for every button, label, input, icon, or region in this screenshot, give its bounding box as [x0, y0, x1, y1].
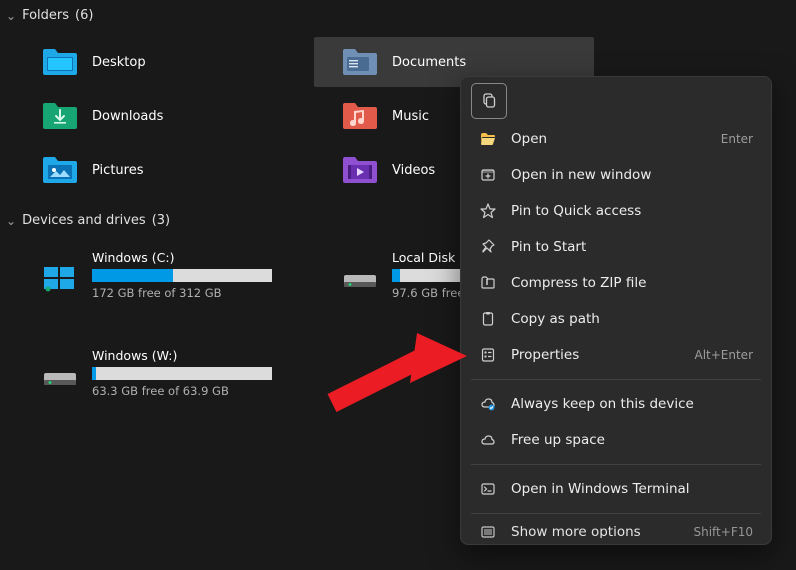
context-menu-item-pin-to-start[interactable]: Pin to Start	[467, 229, 765, 265]
context-menu-item-pin-to-quick-access[interactable]: Pin to Quick access	[467, 193, 765, 229]
hdd-icon	[42, 363, 78, 391]
folders-title: Folders	[22, 8, 69, 23]
folders-section-header[interactable]: ⌄ Folders (6)	[0, 0, 796, 31]
clipboard-icon	[479, 310, 497, 328]
folder-label: Music	[392, 109, 429, 124]
drive-name: Windows (C:)	[92, 250, 272, 265]
drive-storage-bar	[392, 269, 462, 282]
hdd-icon	[342, 265, 378, 293]
copy-icon	[481, 93, 497, 109]
context-menu-label: Show more options	[511, 524, 679, 538]
desktop-folder-icon	[42, 47, 78, 77]
folder-downloads[interactable]: Downloads	[14, 91, 294, 141]
copy-action-button[interactable]	[471, 83, 507, 119]
folder-label: Documents	[392, 55, 466, 70]
context-menu-label: Open in Windows Terminal	[511, 481, 753, 497]
context-menu-item-free-up-space[interactable]: Free up space	[467, 422, 765, 458]
drive-w[interactable]: Windows (W:) 63.3 GB free of 63.9 GB	[14, 344, 274, 402]
star-icon	[479, 202, 497, 220]
context-menu-item-open-in-windows-terminal[interactable]: Open in Windows Terminal	[467, 471, 765, 507]
cloud-icon	[479, 431, 497, 449]
context-menu-label: Compress to ZIP file	[511, 275, 753, 291]
context-menu-label: Open in new window	[511, 167, 753, 183]
terminal-icon	[479, 480, 497, 498]
folders-count: (6)	[75, 8, 93, 23]
context-menu-item-compress-to-zip-file[interactable]: Compress to ZIP file	[467, 265, 765, 301]
c-drive-icon	[42, 265, 78, 293]
drive-storage-bar	[92, 367, 272, 380]
documents-folder-icon	[342, 47, 378, 77]
zip-icon	[479, 274, 497, 292]
folder-label: Pictures	[92, 163, 143, 178]
context-menu-shortcut: Enter	[721, 132, 753, 146]
context-menu-item-properties[interactable]: Properties Alt+Enter	[467, 337, 765, 373]
context-menu-divider	[471, 379, 761, 380]
more-icon	[479, 523, 497, 538]
context-menu-item-open-in-new-window[interactable]: Open in new window	[467, 157, 765, 193]
pin-icon	[479, 238, 497, 256]
drive-free-text: 63.3 GB free of 63.9 GB	[92, 384, 272, 398]
pictures-folder-icon	[42, 155, 78, 185]
context-menu-label: Properties	[511, 347, 680, 363]
drive-storage-bar	[92, 269, 272, 282]
chevron-down-icon: ⌄	[6, 9, 16, 23]
context-menu-item-copy-as-path[interactable]: Copy as path	[467, 301, 765, 337]
chevron-down-icon: ⌄	[6, 214, 16, 228]
folder-label: Videos	[392, 163, 435, 178]
context-menu-divider	[471, 464, 761, 465]
drive-name: Windows (W:)	[92, 348, 272, 363]
context-menu-label: Always keep on this device	[511, 396, 753, 412]
context-menu-label: Pin to Quick access	[511, 203, 753, 219]
context-menu-label: Open	[511, 131, 707, 147]
cloud-check-icon	[479, 395, 497, 413]
folder-pictures[interactable]: Pictures	[14, 145, 294, 195]
context-menu-label: Copy as path	[511, 311, 753, 327]
drive-free-text: 172 GB free of 312 GB	[92, 286, 272, 300]
context-menu: Open Enter Open in new window Pin to Quick …	[460, 76, 772, 545]
drive-c[interactable]: Windows (C:) 172 GB free of 312 GB	[14, 246, 274, 304]
properties-icon	[479, 346, 497, 364]
drives-title: Devices and drives	[22, 213, 146, 228]
music-folder-icon	[342, 101, 378, 131]
context-menu-item-open[interactable]: Open Enter	[467, 121, 765, 157]
folder-desktop[interactable]: Desktop	[14, 37, 294, 87]
folder-label: Desktop	[92, 55, 146, 70]
folder-open-icon	[479, 130, 497, 148]
context-menu-quick-actions	[467, 83, 765, 121]
context-menu-label: Pin to Start	[511, 239, 753, 255]
drives-count: (3)	[152, 213, 170, 228]
context-menu-shortcut: Alt+Enter	[694, 348, 753, 362]
new-window-icon	[479, 166, 497, 184]
context-menu-item-show-more-options[interactable]: Show more options Shift+F10	[467, 520, 765, 538]
context-menu-item-always-keep-on-this-device[interactable]: Always keep on this device	[467, 386, 765, 422]
context-menu-shortcut: Shift+F10	[693, 525, 753, 538]
context-menu-label: Free up space	[511, 432, 753, 448]
folder-label: Downloads	[92, 109, 163, 124]
downloads-folder-icon	[42, 101, 78, 131]
context-menu-divider	[471, 513, 761, 514]
videos-folder-icon	[342, 155, 378, 185]
